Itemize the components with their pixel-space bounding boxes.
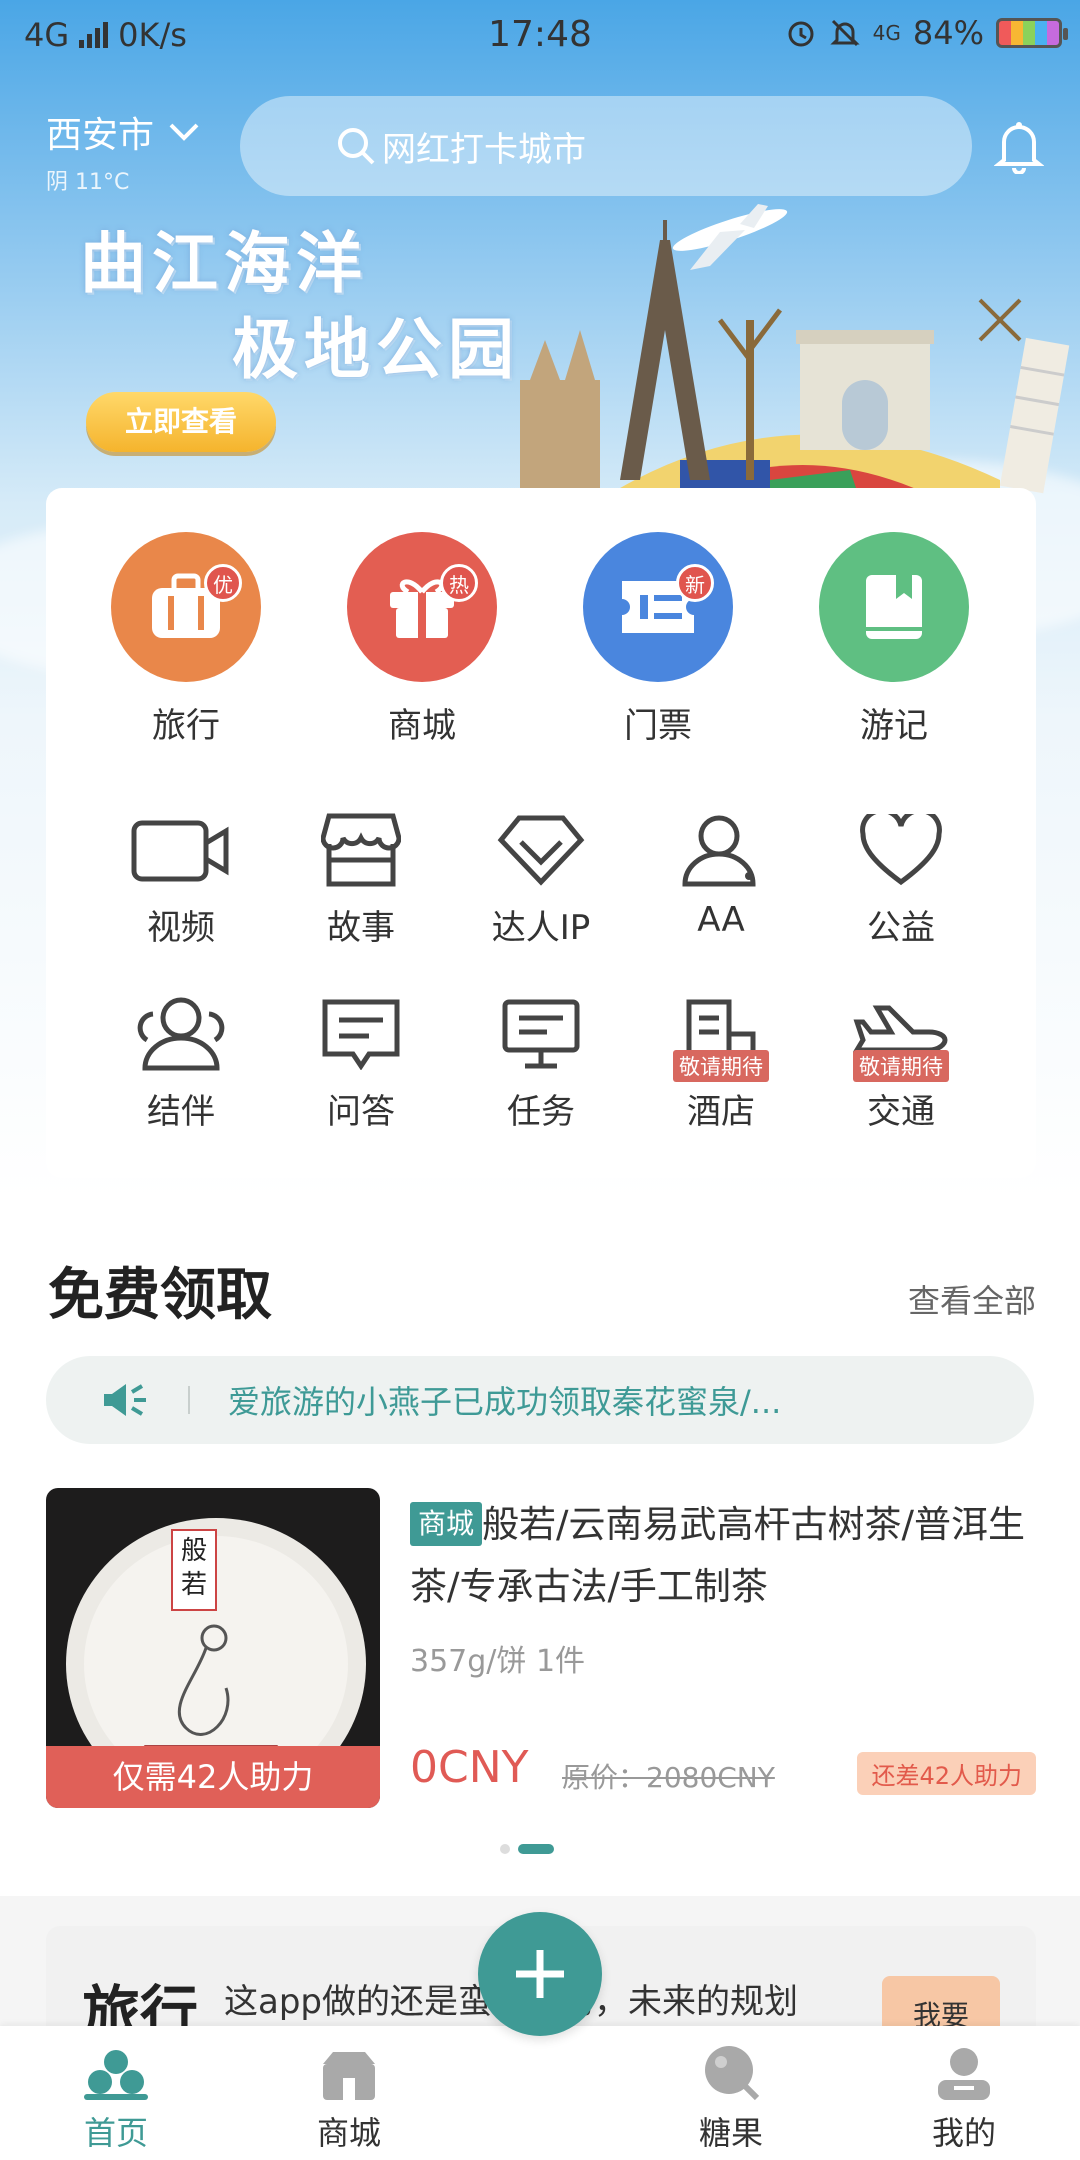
landmarks-illustration (520, 204, 1070, 500)
status-bar: 4G 0K/s 17:48 4G 84% (0, 0, 1080, 76)
create-post-button[interactable] (478, 1912, 602, 2036)
chat-icon (322, 999, 400, 1070)
divider (188, 1386, 190, 1414)
carousel-dot-active (518, 1844, 554, 1854)
feature-task[interactable]: 任务 (451, 994, 631, 1133)
feature-travel[interactable]: 优 旅行 (68, 532, 304, 747)
feature-travelogue[interactable]: 游记 (776, 532, 1012, 747)
feature-label: 交通 (867, 1092, 935, 1132)
home-clover-icon (84, 2050, 148, 2100)
feature-label: 故事 (327, 908, 395, 948)
feature-aa[interactable]: AA (631, 810, 811, 949)
original-price: 原价：2080CNY (562, 1761, 775, 1794)
feature-talent-ip[interactable]: 达人IP (451, 810, 631, 949)
tab-label: 糖果 (698, 2114, 763, 2152)
mall-chip: 商城 (410, 1502, 483, 1546)
feature-label: 公益 (867, 908, 935, 948)
banner-view-button[interactable]: 立即查看 (86, 392, 276, 452)
primary-features: 优 旅行 热 商城 新 门票 游记 (46, 532, 1036, 747)
feature-label: 商城 (388, 706, 456, 746)
carousel-indicator (500, 1844, 554, 1854)
feature-label: 达人IP (491, 908, 591, 948)
tab-label: 商城 (316, 2114, 381, 2152)
battery-icon (996, 18, 1068, 48)
badge-premium: 优 (204, 564, 242, 602)
view-all-link[interactable]: 查看全部 (908, 1276, 1036, 1322)
product-spec: 357g/饼 1件 (410, 1644, 586, 1679)
city-name: 西安市 (46, 115, 155, 156)
feature-grid: 优 旅行 热 商城 新 门票 游记 视频 故事 达人IP AA 公益 结伴 问答… (46, 488, 1036, 1178)
feature-charity[interactable]: 公益 (811, 810, 991, 949)
banner-title-line2: 极地公园 (232, 311, 520, 388)
section-title: 免费领取 (48, 1263, 272, 1328)
feature-label: 任务 (507, 1092, 575, 1132)
tab-candy[interactable]: 糖果 (641, 2026, 821, 2154)
feature-label: 游记 (860, 706, 928, 746)
feature-label: 门票 (624, 706, 692, 746)
feature-mall[interactable]: 热 商城 (304, 532, 540, 747)
feature-hotel[interactable]: 敬请期待 酒店 (631, 994, 811, 1133)
tab-mall[interactable]: 商城 (259, 2026, 439, 2154)
network-label-right: 4G (872, 21, 901, 45)
heart-icon (860, 814, 942, 886)
weather-label: 阴 11°C (46, 170, 130, 195)
tertiary-features: 结伴 问答 任务 敬请期待 酒店 敬请期待 交通 (46, 994, 1036, 1133)
tab-profile[interactable]: 我的 (874, 2026, 1054, 2154)
remaining-help-badge: 还差42人助力 (857, 1752, 1036, 1795)
chevron-down-icon (169, 123, 199, 141)
companion-icon (137, 997, 225, 1071)
free-claim-section: 免费领取 查看全部 爱旅游的小燕子已成功领取秦花蜜泉/... 般若 仅需42人助… (0, 1196, 1080, 1896)
tab-home[interactable]: 首页 (26, 2026, 206, 2154)
diamond-icon (497, 815, 585, 886)
battery-percent: 84% (912, 14, 984, 52)
tab-label: 首页 (83, 2114, 148, 2152)
coming-soon-tag: 敬请期待 (673, 1050, 769, 1082)
carousel-dot (500, 1844, 510, 1854)
feature-label: AA (697, 900, 745, 940)
mute-bell-icon (830, 19, 860, 47)
feature-tickets[interactable]: 新 门票 (540, 532, 776, 747)
feature-label: 问答 (327, 1092, 395, 1132)
feature-label: 旅行 (152, 706, 220, 746)
search-icon (338, 128, 375, 165)
city-selector[interactable]: 西安市 阴 11°C (46, 106, 200, 196)
plus-icon (516, 1950, 564, 1998)
candy-icon (705, 2046, 760, 2101)
feature-companion[interactable]: 结伴 (91, 994, 271, 1133)
claim-notice-bar[interactable]: 爱旅游的小燕子已成功领取秦花蜜泉/... (46, 1356, 1034, 1444)
coming-soon-tag: 敬请期待 (853, 1050, 949, 1082)
feature-qa[interactable]: 问答 (271, 994, 451, 1133)
feature-video[interactable]: 视频 (91, 810, 271, 949)
profile-icon (938, 2048, 990, 2100)
monitor-icon (502, 999, 580, 1069)
banner-title-line1: 曲江海洋 (80, 225, 368, 302)
product-price: 0CNY (410, 1742, 529, 1793)
tab-label: 我的 (931, 2114, 996, 2152)
speaker-icon (104, 1384, 146, 1416)
book-icon (866, 575, 922, 639)
feature-story[interactable]: 故事 (271, 810, 451, 949)
alarm-icon (788, 21, 814, 47)
badge-new: 新 (676, 564, 714, 602)
feature-label: 结伴 (147, 1092, 215, 1132)
product-image: 般若 仅需42人助力 (46, 1488, 380, 1808)
feature-label: 酒店 (687, 1092, 755, 1132)
shop-icon (323, 2052, 375, 2100)
product-card[interactable]: 般若 仅需42人助力 商城 般若/云南易武高杆古树茶/普洱生茶/专承古法/手工制茶… (46, 1488, 1036, 1816)
feature-transport[interactable]: 敬请期待 交通 (811, 994, 991, 1133)
feature-label: 视频 (147, 908, 215, 948)
users-icon (682, 815, 756, 887)
badge-hot: 热 (440, 564, 478, 602)
secondary-features: 视频 故事 达人IP AA 公益 (46, 810, 1036, 949)
product-title: 般若/云南易武高杆古树茶/普洱生茶/专承古法/手工制茶 (410, 1503, 1025, 1608)
product-image-label: 般若 (180, 1536, 207, 1600)
search-placeholder: 网红打卡城市 (382, 129, 586, 170)
bottom-tab-bar: 首页 商城 糖果 我的 (0, 2026, 1080, 2160)
video-icon (131, 820, 229, 882)
notice-text: 爱旅游的小燕子已成功领取秦花蜜泉/... (228, 1383, 782, 1421)
notification-bell-icon[interactable] (994, 118, 1044, 174)
store-icon (321, 813, 401, 887)
help-needed-label: 仅需42人助力 (46, 1746, 380, 1808)
